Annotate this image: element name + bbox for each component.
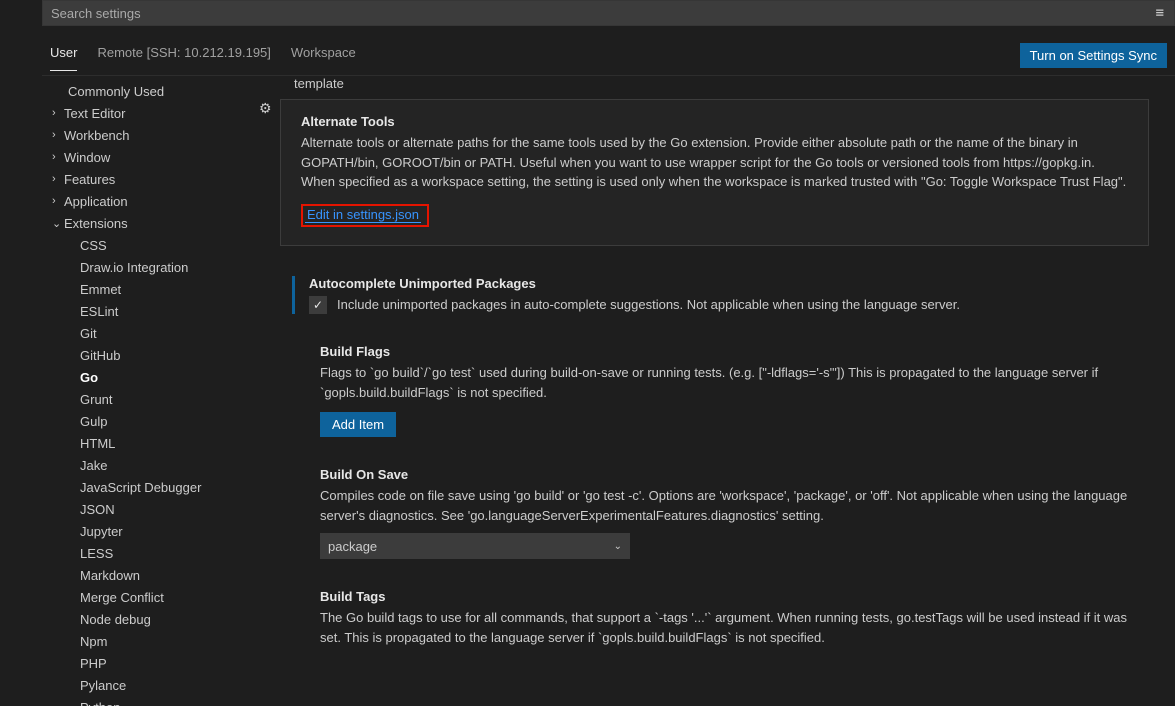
scope-tabs-row: User Remote [SSH: 10.212.19.195] Workspa… xyxy=(42,26,1175,76)
search-settings-input[interactable] xyxy=(51,6,1156,21)
highlight-annotation: Edit in settings.json xyxy=(301,204,429,227)
sidebar-ext-markdown[interactable]: Markdown xyxy=(76,564,252,586)
setting-description: Flags to `go build`/`go test` used durin… xyxy=(320,363,1151,402)
setting-title: Alternate Tools xyxy=(301,114,1132,129)
setting-autocomplete-unimported: Autocomplete Unimported Packages ✓ Inclu… xyxy=(292,276,1151,315)
settings-content[interactable]: template ⚙ Alternate Tools Alternate too… xyxy=(252,76,1175,706)
sidebar-ext-gulp[interactable]: Gulp xyxy=(76,410,252,432)
tab-user[interactable]: User xyxy=(50,41,77,71)
sidebar-ext-emmet[interactable]: Emmet xyxy=(76,278,252,300)
chevron-right-icon: › xyxy=(52,107,64,119)
add-item-button[interactable]: Add Item xyxy=(320,412,396,437)
setting-alternate-tools: ⚙ Alternate Tools Alternate tools or alt… xyxy=(280,99,1149,246)
setting-description: Include unimported packages in auto-comp… xyxy=(337,295,960,315)
sidebar-ext-php[interactable]: PHP xyxy=(76,652,252,674)
setting-build-flags: Build Flags Flags to `go build`/`go test… xyxy=(292,344,1151,437)
sidebar-cat-text-editor[interactable]: ›Text Editor xyxy=(42,102,252,124)
chevron-right-icon: › xyxy=(52,129,64,141)
sidebar-ext-drawio[interactable]: Draw.io Integration xyxy=(76,256,252,278)
setting-description: Alternate tools or alternate paths for t… xyxy=(301,133,1132,192)
tab-workspace[interactable]: Workspace xyxy=(291,41,356,71)
search-settings-bar[interactable]: ≡ xyxy=(42,0,1175,26)
sidebar-ext-jake[interactable]: Jake xyxy=(76,454,252,476)
tab-remote[interactable]: Remote [SSH: 10.212.19.195] xyxy=(97,41,270,71)
gear-icon[interactable]: ⚙ xyxy=(259,100,272,117)
sidebar-ext-jupyter[interactable]: Jupyter xyxy=(76,520,252,542)
sidebar-ext-jsdebugger[interactable]: JavaScript Debugger xyxy=(76,476,252,498)
sidebar-ext-npm[interactable]: Npm xyxy=(76,630,252,652)
setting-description: The Go build tags to use for all command… xyxy=(320,608,1151,647)
sidebar-cat-features[interactable]: ›Features xyxy=(42,168,252,190)
sidebar-ext-go[interactable]: Go xyxy=(76,366,252,388)
setting-title: Build Flags xyxy=(320,344,1151,359)
sidebar-cat-extensions[interactable]: ⌄Extensions xyxy=(42,212,252,234)
sidebar-extensions-list: CSS Draw.io Integration Emmet ESLint Git… xyxy=(42,234,252,706)
checkbox[interactable]: ✓ xyxy=(309,296,327,314)
sidebar-ext-css[interactable]: CSS xyxy=(76,234,252,256)
build-on-save-select[interactable]: package ⌄ xyxy=(320,533,630,559)
sidebar-ext-html[interactable]: HTML xyxy=(76,432,252,454)
select-value: package xyxy=(328,539,377,554)
setting-build-tags: Build Tags The Go build tags to use for … xyxy=(292,589,1151,647)
setting-title: Autocomplete Unimported Packages xyxy=(309,276,1151,291)
setting-title: Build On Save xyxy=(320,467,1151,482)
sidebar-commonly-used[interactable]: Commonly Used xyxy=(42,80,252,102)
sidebar-ext-less[interactable]: LESS xyxy=(76,542,252,564)
search-menu-icon[interactable]: ≡ xyxy=(1156,5,1166,21)
sidebar-cat-window[interactable]: ›Window xyxy=(42,146,252,168)
sidebar-ext-mergeconflict[interactable]: Merge Conflict xyxy=(76,586,252,608)
setting-description: Compiles code on file save using 'go bui… xyxy=(320,486,1151,525)
setting-title: Build Tags xyxy=(320,589,1151,604)
sidebar-ext-eslint[interactable]: ESLint xyxy=(76,300,252,322)
sidebar-ext-python[interactable]: Python xyxy=(76,696,252,706)
setting-build-on-save: Build On Save Compiles code on file save… xyxy=(292,467,1151,559)
sidebar-ext-json[interactable]: JSON xyxy=(76,498,252,520)
chevron-right-icon: › xyxy=(52,173,64,185)
sidebar-cat-workbench[interactable]: ›Workbench xyxy=(42,124,252,146)
chevron-right-icon: › xyxy=(52,151,64,163)
sidebar-ext-github[interactable]: GitHub xyxy=(76,344,252,366)
sidebar-cat-application[interactable]: ›Application xyxy=(42,190,252,212)
sidebar-ext-grunt[interactable]: Grunt xyxy=(76,388,252,410)
sidebar-ext-pylance[interactable]: Pylance xyxy=(76,674,252,696)
chevron-right-icon: › xyxy=(52,195,64,207)
chevron-down-icon: ⌄ xyxy=(614,541,622,552)
template-remnant-text: template xyxy=(294,76,1151,91)
settings-sidebar[interactable]: Commonly Used ›Text Editor ›Workbench ›W… xyxy=(42,76,252,706)
sidebar-ext-git[interactable]: Git xyxy=(76,322,252,344)
chevron-down-icon: ⌄ xyxy=(52,217,64,230)
settings-sync-button[interactable]: Turn on Settings Sync xyxy=(1020,43,1167,68)
sidebar-ext-nodedebug[interactable]: Node debug xyxy=(76,608,252,630)
edit-in-settings-json-link[interactable]: Edit in settings.json xyxy=(305,207,421,223)
